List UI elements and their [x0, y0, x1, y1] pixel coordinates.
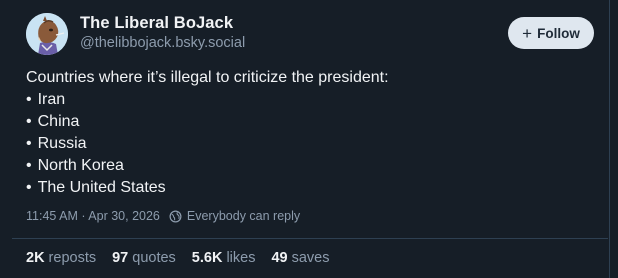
- reposts-count: 2K: [26, 250, 45, 266]
- quotes-count: 97: [112, 250, 129, 266]
- reply-setting: Everybody can reply: [186, 209, 301, 223]
- list-item: China: [26, 111, 389, 133]
- quotes-stat[interactable]: 97 quotes: [112, 250, 176, 266]
- reposts-label: reposts: [48, 250, 97, 266]
- list-item: Russia: [26, 133, 389, 155]
- list-item: North Korea: [26, 155, 389, 177]
- plus-icon: +: [522, 23, 533, 43]
- list-item: Iran: [26, 89, 389, 111]
- author-handle[interactable]: @thelibbojack.bsky.social: [80, 35, 245, 51]
- quotes-label: quotes: [132, 250, 176, 266]
- divider: [12, 238, 608, 239]
- post-meta: 11:45 AM · Apr 30, 2026 Everybody can re…: [26, 209, 300, 223]
- list-item: The United States: [26, 177, 389, 199]
- author-display-name[interactable]: The Liberal BoJack: [80, 14, 233, 33]
- post-card: The Liberal BoJack @thelibbojack.bsky.so…: [0, 0, 610, 278]
- globe-icon: [169, 210, 182, 223]
- post-timestamp[interactable]: 11:45 AM · Apr 30, 2026: [26, 209, 160, 223]
- saves-stat[interactable]: 49 saves: [271, 250, 329, 266]
- author-avatar[interactable]: [26, 13, 68, 55]
- likes-label: likes: [226, 250, 256, 266]
- engagement-stats: 2K reposts 97 quotes 5.6K likes 49 saves: [26, 250, 345, 266]
- saves-count: 49: [271, 250, 288, 266]
- post-text: Countries where it’s illegal to criticiz…: [26, 67, 389, 199]
- bojack-avatar-icon: [26, 13, 68, 55]
- post-list: Iran China Russia North Korea The United…: [26, 89, 389, 199]
- post-intro: Countries where it’s illegal to criticiz…: [26, 69, 389, 86]
- likes-count: 5.6K: [191, 250, 223, 266]
- likes-stat[interactable]: 5.6K likes: [192, 250, 256, 266]
- reposts-stat[interactable]: 2K reposts: [26, 250, 96, 266]
- follow-button[interactable]: + Follow: [508, 17, 594, 49]
- saves-label: saves: [291, 250, 330, 266]
- follow-button-label: Follow: [537, 25, 580, 41]
